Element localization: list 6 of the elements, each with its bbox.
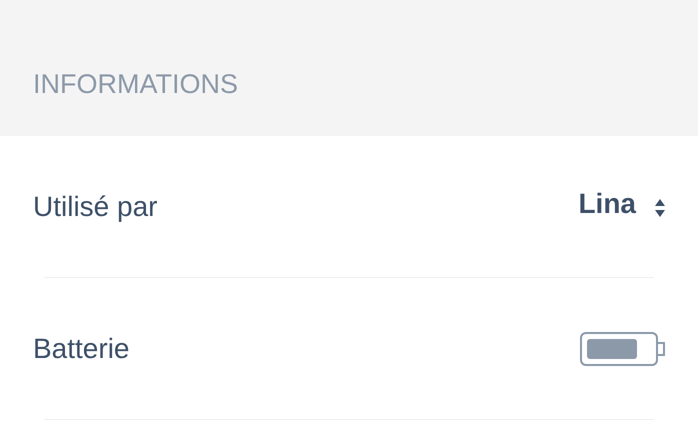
battery-icon — [580, 332, 666, 366]
section-header: INFORMATIONS — [33, 71, 238, 98]
row-label: Utilisé par — [33, 190, 158, 224]
user-select[interactable]: Lina — [578, 182, 666, 224]
sort-arrows-icon — [654, 198, 666, 218]
row-label: Batterie — [33, 332, 130, 366]
